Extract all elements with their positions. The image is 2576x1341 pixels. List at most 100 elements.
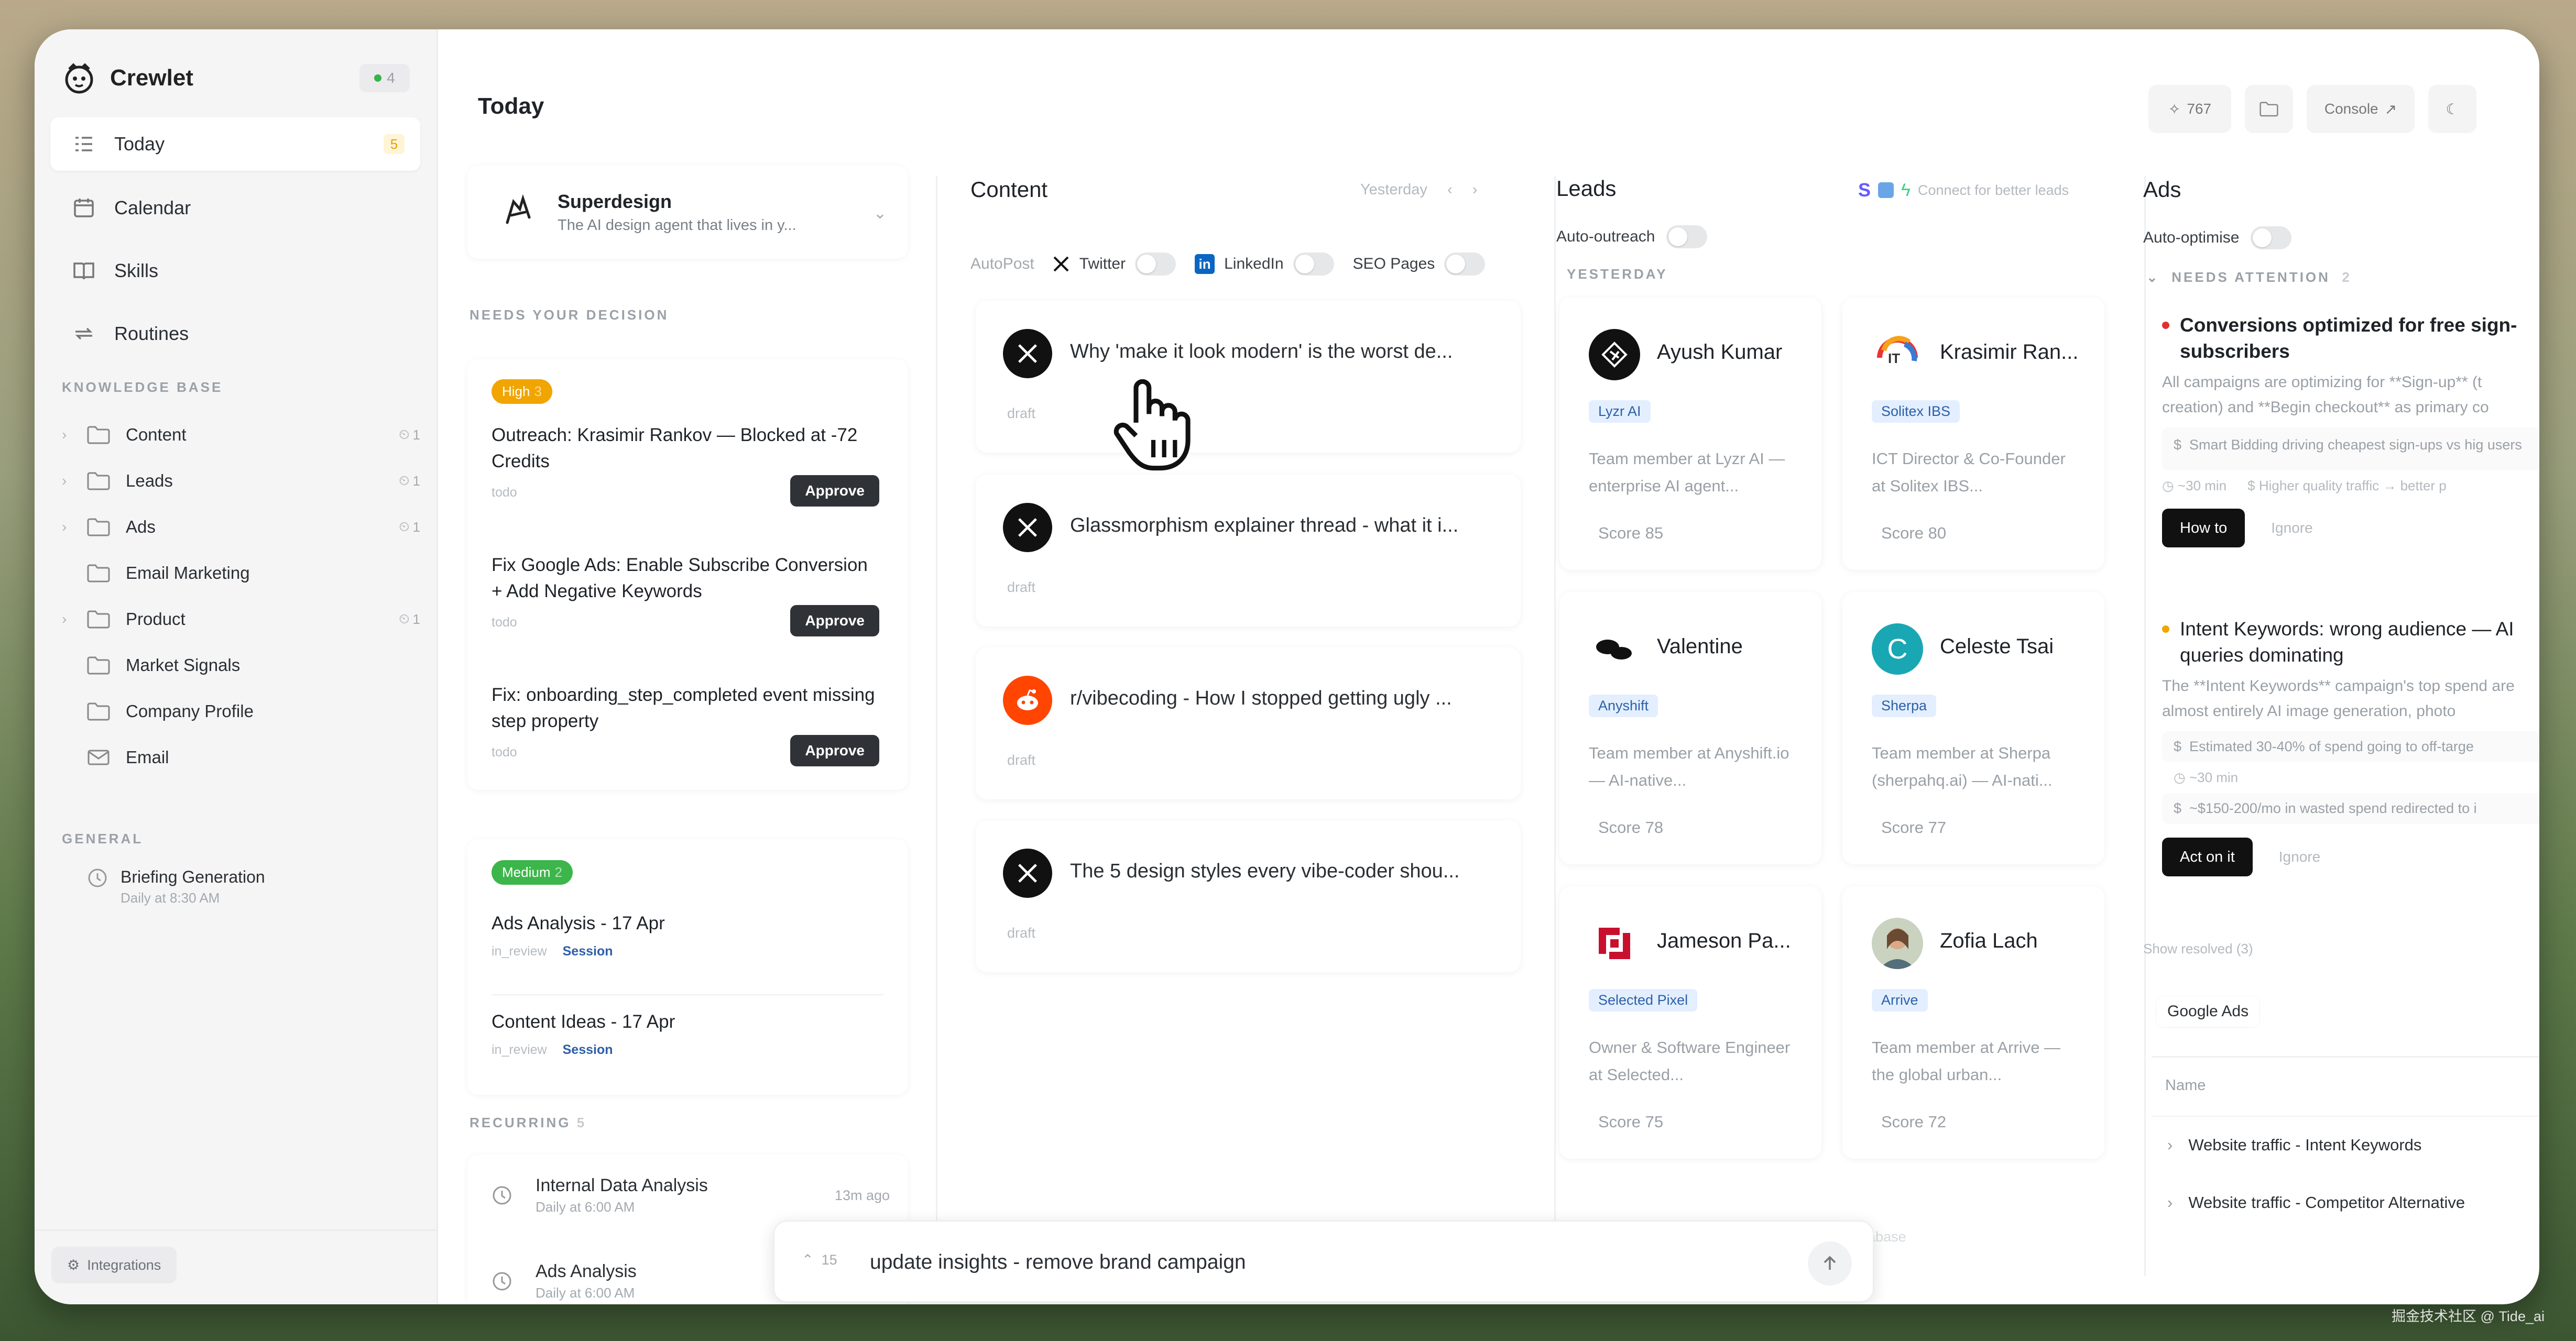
- approve-button[interactable]: Approve: [790, 475, 879, 507]
- task-title: Fix: onboarding_step_completed event mis…: [492, 685, 875, 731]
- decision-task[interactable]: Fix Google Ads: Enable Subscribe Convers…: [492, 552, 879, 636]
- alert-title: Conversions optimized for free sign-subs…: [2180, 314, 2517, 362]
- kb-count-value: 1: [412, 519, 420, 535]
- kb-count: ⏲ 1: [399, 472, 420, 489]
- chevron-right-icon[interactable]: ›: [2167, 1136, 2173, 1155]
- approve-button[interactable]: Approve: [790, 605, 879, 636]
- review-task[interactable]: Content Ideas - 17 Apr in_review Session: [492, 1009, 879, 1058]
- task-title: Outreach: Krasimir Rankov — Blocked at -…: [492, 425, 858, 471]
- seo-toggle[interactable]: [1444, 252, 1486, 276]
- agent-selector[interactable]: Superdesign The AI design agent that live…: [467, 166, 908, 259]
- sidebar-item-routines[interactable]: Routines: [50, 307, 420, 360]
- lead-card[interactable]: C Celeste Tsai Sherpa Team member at She…: [1842, 592, 2104, 864]
- kb-label: Product: [126, 609, 185, 629]
- brand[interactable]: Crewlet: [62, 61, 193, 95]
- ignore-button[interactable]: Ignore: [2279, 849, 2320, 865]
- reddit-logo-icon: [1003, 676, 1052, 725]
- lead-score: Score 85: [1598, 524, 1664, 542]
- integrations-button[interactable]: ⚙ Integrations: [51, 1247, 177, 1283]
- content-date-label: Yesterday: [1360, 181, 1427, 198]
- lead-description: Team member at Sherpa (sherpahq.ai) — AI…: [1872, 744, 2053, 789]
- open-folder-button[interactable]: [2245, 85, 2293, 133]
- approve-button[interactable]: Approve: [790, 735, 879, 766]
- chevron-right-icon[interactable]: ›: [62, 611, 81, 628]
- lead-card[interactable]: Zofia Lach Arrive Team member at Arrive …: [1842, 886, 2104, 1159]
- svg-text:IT: IT: [1888, 350, 1900, 366]
- agent-status-badge[interactable]: 4: [359, 64, 410, 92]
- leads-title: Leads: [1556, 176, 1617, 201]
- lead-card[interactable]: Valentine Anyshift Team member at Anyshi…: [1559, 592, 1821, 864]
- kb-item-product[interactable]: › Product ⏲ 1: [62, 598, 423, 640]
- ads-alert[interactable]: Intent Keywords: wrong audience — AI que…: [2162, 616, 2539, 876]
- content-post[interactable]: The 5 design styles every vibe-coder sho…: [976, 820, 1521, 972]
- ads-alert[interactable]: Conversions optimized for free sign-subs…: [2162, 312, 2539, 547]
- chevron-right-icon[interactable]: ›: [2167, 1193, 2173, 1212]
- priority-label: Medium: [502, 864, 551, 880]
- recurring-item[interactable]: Internal Data Analysis Daily at 6:00 AM 1…: [492, 1175, 890, 1215]
- briefing-generation-item[interactable]: Briefing Generation Daily at 8:30 AM: [87, 867, 265, 906]
- column-divider: [1554, 176, 1556, 1276]
- clock-icon: [493, 1272, 511, 1291]
- kb-item-ads[interactable]: › Ads ⏲ 1: [62, 506, 423, 548]
- lead-description: Team member at Anyshift.io — AI-native..…: [1589, 744, 1789, 789]
- lead-card[interactable]: IT Krasimir Ran... Solitex IBS ICT Direc…: [1842, 298, 2104, 570]
- warning-dot-icon: [2162, 625, 2169, 633]
- critical-dot-icon: [2162, 322, 2169, 329]
- show-resolved-link[interactable]: Show resolved (3): [2143, 941, 2253, 957]
- lead-name: Krasimir Ran...: [1940, 340, 2079, 364]
- decision-task[interactable]: Fix: onboarding_step_completed event mis…: [492, 682, 879, 766]
- decision-task[interactable]: Outreach: Krasimir Rankov — Blocked at -…: [492, 422, 879, 507]
- alert-meta: ◷ ~30 min: [2162, 770, 2539, 786]
- kb-item-email[interactable]: Email: [62, 737, 423, 778]
- command-composer[interactable]: ⌃ 15 update insights - remove brand camp…: [773, 1221, 1874, 1302]
- connect-sources[interactable]: S ϟ Connect for better leads: [1858, 179, 2069, 201]
- linkedin-toggle[interactable]: [1293, 252, 1334, 276]
- review-task[interactable]: Ads Analysis - 17 Apr in_review Session: [492, 910, 879, 959]
- alert-point-text: Estimated 30-40% of spend going to off-t…: [2189, 739, 2474, 754]
- autopost-label: AutoPost: [970, 255, 1034, 272]
- campaign-row[interactable]: › Website traffic - Competitor Alternativ…: [2167, 1193, 2539, 1212]
- platform-tab-google-ads[interactable]: Google Ads: [2157, 996, 2260, 1027]
- chevron-right-icon[interactable]: ›: [62, 426, 81, 443]
- how-to-button[interactable]: How to: [2162, 509, 2245, 547]
- kb-item-content[interactable]: › Content ⏲ 1: [62, 414, 423, 456]
- twitter-label: Twitter: [1079, 255, 1126, 272]
- auto-optimise-toggle[interactable]: [2251, 226, 2292, 249]
- session-link[interactable]: Session: [563, 1042, 613, 1057]
- composer-input[interactable]: update insights - remove brand campaign: [870, 1251, 1246, 1274]
- next-day-arrow-icon[interactable]: ›: [1472, 181, 1478, 198]
- kb-label: Ads: [126, 517, 156, 536]
- lead-card[interactable]: Jameson Pa... Selected Pixel Owner & Sof…: [1559, 886, 1821, 1159]
- prev-day-arrow-icon[interactable]: ‹: [1447, 181, 1453, 198]
- history-indicator[interactable]: ⌃ 15: [802, 1252, 837, 1268]
- auto-outreach-toggle[interactable]: [1666, 225, 1708, 248]
- alert-meta: ◷ ~30 min $ Higher quality traffic → bett…: [2162, 478, 2539, 494]
- sidebar-item-calendar[interactable]: Calendar: [50, 181, 420, 235]
- dollar-icon: $: [2174, 800, 2182, 816]
- kb-label: Leads: [126, 471, 173, 490]
- chevron-right-icon[interactable]: ›: [62, 519, 81, 535]
- needs-attention-heading[interactable]: ⌄ NEEDS ATTENTION 2: [2146, 269, 2352, 285]
- kb-item-market-signals[interactable]: Market Signals: [62, 644, 423, 686]
- twitter-toggle[interactable]: [1135, 252, 1176, 276]
- chevron-right-icon[interactable]: ›: [62, 472, 81, 489]
- sidebar-item-skills[interactable]: Skills: [50, 244, 420, 298]
- content-post[interactable]: Why 'make it look modern' is the worst d…: [976, 301, 1521, 453]
- console-button[interactable]: Console ↗: [2307, 85, 2415, 133]
- lead-card[interactable]: Ayush Kumar Lyzr AI Team member at Lyzr …: [1559, 298, 1821, 570]
- kb-item-email-marketing[interactable]: Email Marketing: [62, 552, 423, 594]
- linkedin-label: LinkedIn: [1224, 255, 1284, 272]
- ignore-button[interactable]: Ignore: [2271, 520, 2312, 536]
- sidebar-item-today[interactable]: Today 5: [50, 117, 420, 171]
- act-on-it-button[interactable]: Act on it: [2162, 838, 2253, 876]
- kb-item-leads[interactable]: › Leads ⏲ 1: [62, 460, 423, 502]
- theme-toggle-button[interactable]: ☾: [2428, 85, 2476, 133]
- github-stars-button[interactable]: ✧ 767: [2148, 85, 2231, 133]
- session-link[interactable]: Session: [563, 944, 613, 959]
- content-post[interactable]: r/vibecoding - How I stopped getting ugl…: [976, 647, 1521, 799]
- campaign-row[interactable]: › Website traffic - Intent Keywords: [2167, 1136, 2421, 1155]
- kb-item-company-profile[interactable]: Company Profile: [62, 690, 423, 732]
- content-post[interactable]: Glassmorphism explainer thread - what it…: [976, 475, 1521, 626]
- folder-icon: [87, 656, 110, 675]
- send-button[interactable]: [1808, 1241, 1852, 1285]
